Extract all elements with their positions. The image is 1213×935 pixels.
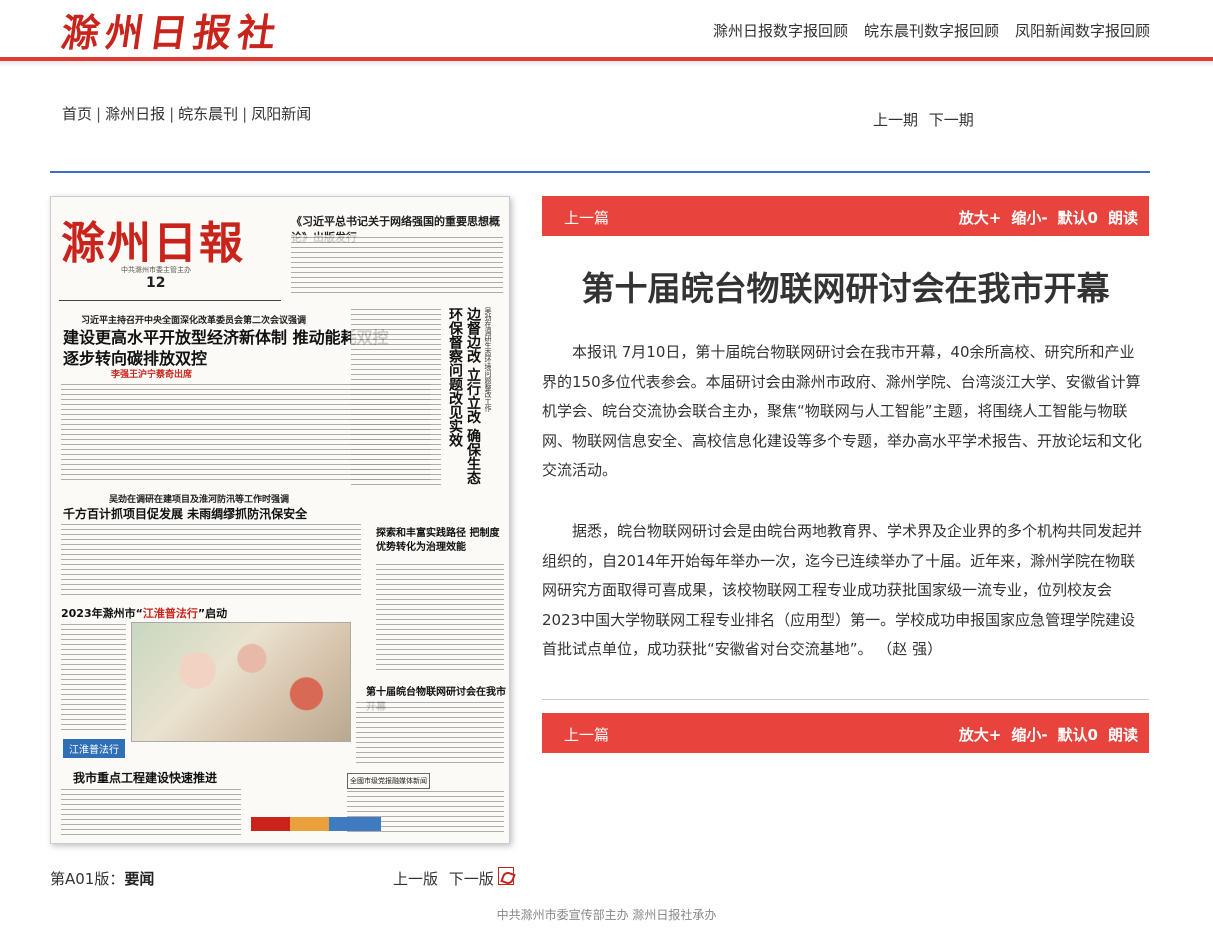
breadcrumb-separator: |: [169, 105, 175, 123]
breadcrumb-fengyang-news[interactable]: 凤阳新闻: [251, 105, 311, 123]
zoom-out-button[interactable]: 缩小-: [1011, 724, 1047, 745]
header-shadow: [0, 61, 1213, 67]
paper-text-block: [61, 787, 241, 837]
paper-box-headline[interactable]: 全國市级党报融媒体新闻: [347, 773, 430, 789]
article-title: 第十届皖台物联网研讨会在我市开幕: [581, 269, 1110, 308]
article-paragraph: 据悉，皖台物联网研讨会是由皖台两地教育界、学术界及企业界的多个机构共同发起并组织…: [542, 522, 1143, 658]
paper-text-block: [61, 522, 361, 597]
paper-issue-day: 12: [146, 275, 166, 291]
paper-feature-headline-text: 2023年滁州市“江淮普法行”启动: [61, 607, 228, 620]
page-label-name: 要闻: [124, 870, 155, 888]
breadcrumb-chuzhou-daily[interactable]: 滁州日报: [105, 105, 165, 123]
breadcrumb-wandong-morning[interactable]: 皖东晨刊: [178, 105, 238, 123]
read-aloud-button[interactable]: 朗读: [1108, 207, 1138, 228]
paper-rule: [59, 300, 281, 301]
page-label-prefix: 第A01版：: [50, 870, 125, 888]
archive-link-fengyang-news[interactable]: 凤阳新闻数字报回顾: [1015, 20, 1150, 41]
paper-text-block: [61, 622, 126, 732]
newspaper-page-thumbnail[interactable]: 滁州日報 中共滁州市委主管主办 12 《习近平总书记关于网络强国的重要思想概论》…: [50, 196, 510, 844]
default-size-button[interactable]: 默认0: [1058, 724, 1098, 745]
nav-divider: [50, 171, 1150, 173]
paper-second-headline[interactable]: 千方百计抓项目促发展 未雨绸缪抓防汛保安全: [63, 505, 307, 522]
paper-lead-sub: 李强王沪宁蔡奇出席: [111, 370, 193, 380]
paper-masthead-sub: 中共滁州市委主管主办: [121, 266, 191, 274]
issue-nav: 上一期 下一期: [873, 109, 980, 130]
next-issue-link[interactable]: 下一期: [929, 111, 974, 129]
breadcrumb-home[interactable]: 首页: [62, 105, 92, 123]
archive-links: 滁州日报数字报回顾 皖东晨刊数字报回顾 凤阳新闻数字报回顾: [713, 20, 1150, 41]
footer: 中共滁州市委宣传部主办 滁州日报社承办: [496, 908, 717, 922]
page-nav: 上一版 下一版: [393, 868, 500, 889]
paper-text-block: [356, 700, 504, 765]
paper-text-block: [351, 307, 441, 487]
zoom-in-button[interactable]: 放大+: [959, 724, 1002, 745]
article-toolbar-bottom: 上一篇 放大+ 缩小- 默认0 朗读: [542, 713, 1149, 753]
archive-link-chuzhou-daily[interactable]: 滁州日报数字报回顾: [713, 20, 848, 41]
top-header: 滁州日报社 滁州日报数字报回顾 皖东晨刊数字报回顾 凤阳新闻数字报回顾: [0, 0, 1213, 58]
article-divider: [542, 699, 1149, 700]
prev-article-link[interactable]: 上一篇: [564, 207, 609, 228]
article-tools: 放大+ 缩小- 默认0 朗读: [959, 724, 1138, 745]
paper-photo[interactable]: [131, 622, 351, 742]
paper-bottom-headline[interactable]: 我市重点工程建设快速推进: [73, 769, 217, 786]
paper-vertical-headline[interactable]: 边督边改 立行立改 确保生态环保督察问题改见实效: [446, 307, 482, 497]
breadcrumb-separator: |: [96, 105, 102, 123]
article-toolbar-top: 上一篇 放大+ 缩小- 默认0 朗读: [542, 196, 1149, 236]
pdf-icon[interactable]: [498, 867, 514, 885]
paper-vertical-kicker: 吴劲在调研生态环境问题整改工作: [484, 307, 492, 412]
breadcrumb: 首页 | 滁州日报 | 皖东晨刊 | 凤阳新闻: [62, 103, 311, 124]
prev-issue-link[interactable]: 上一期: [873, 111, 918, 129]
paper-lead-kicker: 习近平主持召开中央全面深化改革委员会第二次会议强调: [81, 316, 307, 326]
prev-page-link[interactable]: 上一版: [393, 870, 438, 888]
prev-article-link[interactable]: 上一篇: [564, 724, 609, 745]
paper-text-block: [291, 235, 503, 295]
paper-photo-tag: 江淮普法行: [63, 739, 125, 758]
article-paragraph: 本报讯 7月10日，第十届皖台物联网研讨会在我市开幕，40余所高校、研究所和产业…: [542, 343, 1143, 479]
paper-feature-highlight: 江淮普法行: [142, 607, 198, 620]
paper-right-headline[interactable]: 探索和丰富实践路径 把制度优势转化为治理效能: [376, 527, 506, 555]
zoom-out-button[interactable]: 缩小-: [1011, 207, 1047, 228]
paper-text-block: [376, 562, 504, 672]
paper-feature-headline[interactable]: 2023年滁州市“江淮普法行”启动: [61, 605, 227, 621]
site-logo[interactable]: 滁州日报社: [58, 2, 286, 57]
paper-masthead: 滁州日報: [61, 218, 245, 269]
archive-link-wandong-morning[interactable]: 皖东晨刊数字报回顾: [864, 20, 999, 41]
read-aloud-button[interactable]: 朗读: [1108, 724, 1138, 745]
page-label: 第A01版：要闻: [50, 868, 154, 889]
default-size-button[interactable]: 默认0: [1058, 207, 1098, 228]
paper-second-kicker: 吴劲在调研在建项目及淮河防汛等工作时强调: [109, 495, 290, 505]
zoom-in-button[interactable]: 放大+: [959, 207, 1002, 228]
next-page-link[interactable]: 下一版: [449, 870, 494, 888]
breadcrumb-separator: |: [242, 105, 248, 123]
paper-ad-strip: [251, 817, 381, 831]
article-tools: 放大+ 缩小- 默认0 朗读: [959, 207, 1138, 228]
